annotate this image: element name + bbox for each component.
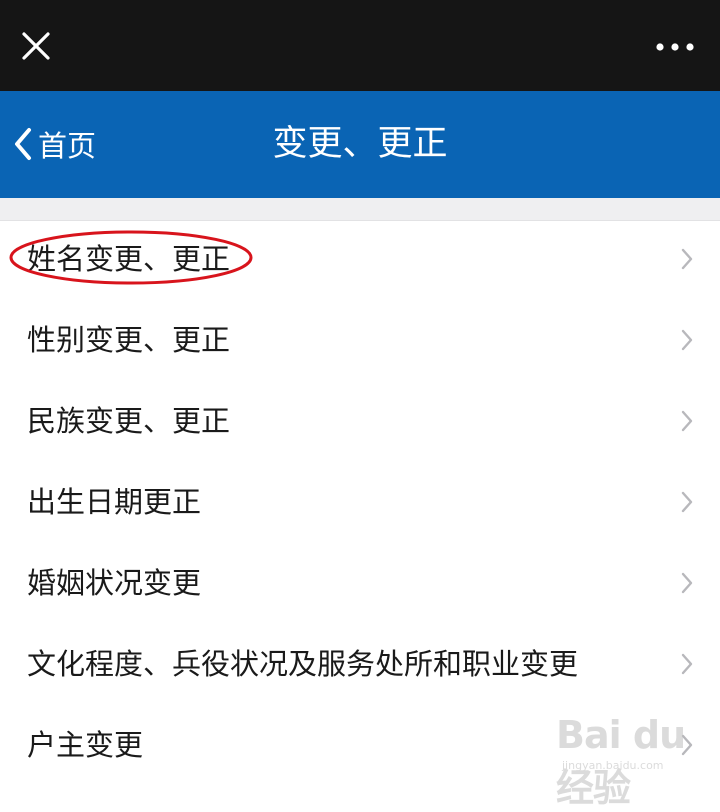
list-item-label: 姓名变更、更正 bbox=[27, 221, 230, 302]
list-item-label: 民族变更、更正 bbox=[27, 383, 230, 464]
list-item-name-change[interactable]: 姓名变更、更正 bbox=[0, 221, 720, 302]
more-button[interactable] bbox=[652, 30, 698, 64]
page-title: 变更、更正 bbox=[0, 91, 720, 198]
more-dots-icon bbox=[652, 30, 698, 64]
chevron-right-icon bbox=[680, 490, 694, 514]
list-item-ethnicity-change[interactable]: 民族变更、更正 bbox=[0, 383, 720, 464]
section-separator bbox=[0, 198, 720, 221]
chevron-right-icon bbox=[680, 733, 694, 757]
close-button[interactable] bbox=[16, 26, 56, 66]
chevron-right-icon bbox=[680, 652, 694, 676]
list-item-label: 婚姻状况变更 bbox=[27, 545, 201, 626]
change-options-list: 姓名变更、更正 性别变更、更正 民族变更、更正 出生日期更正 婚姻状况变更 文化… bbox=[0, 221, 720, 788]
list-item-gender-change[interactable]: 性别变更、更正 bbox=[0, 302, 720, 383]
list-item-birthdate-correction[interactable]: 出生日期更正 bbox=[0, 464, 720, 545]
list-item-label: 性别变更、更正 bbox=[27, 302, 230, 383]
nav-bar: 首页 变更、更正 bbox=[0, 91, 720, 198]
list-item-marital-status-change[interactable]: 婚姻状况变更 bbox=[0, 545, 720, 626]
list-item-label: 出生日期更正 bbox=[27, 464, 201, 545]
top-bar bbox=[0, 0, 720, 91]
list-item-label: 户主变更 bbox=[27, 707, 143, 788]
list-item-household-head-change[interactable]: 户主变更 bbox=[0, 707, 720, 788]
close-icon bbox=[16, 26, 56, 66]
chevron-right-icon bbox=[680, 571, 694, 595]
chevron-right-icon bbox=[680, 328, 694, 352]
list-item-label: 文化程度、兵役状况及服务处所和职业变更 bbox=[27, 626, 578, 707]
chevron-right-icon bbox=[680, 409, 694, 433]
list-item-education-military-occupation-change[interactable]: 文化程度、兵役状况及服务处所和职业变更 bbox=[0, 626, 720, 707]
chevron-right-icon bbox=[680, 247, 694, 271]
